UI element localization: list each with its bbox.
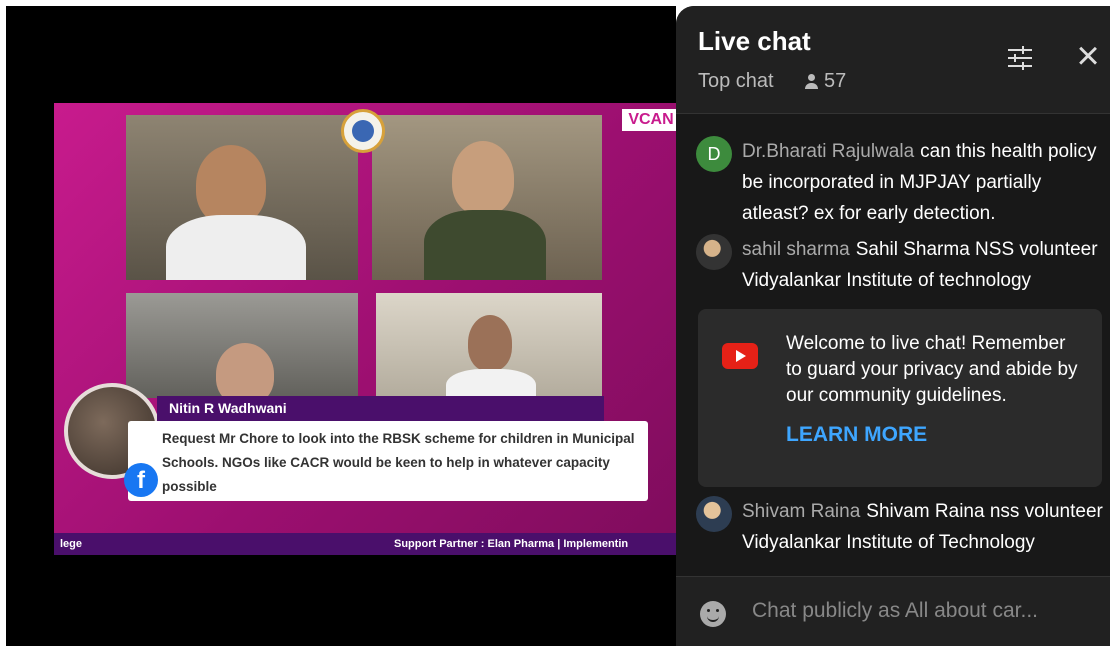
- ticker-left-text: lege: [60, 538, 83, 550]
- participant-face: [452, 141, 514, 215]
- participant-tile-3: [126, 293, 358, 398]
- author-name[interactable]: Dr.Bharati Rajulwala: [742, 141, 914, 162]
- broadcast-stage: VCAN Nitin R Wadhwani Request Mr Chore t…: [54, 103, 676, 555]
- participant-face: [196, 145, 266, 225]
- chat-header: Live chat Top chat 57 ×: [676, 6, 1110, 114]
- participant-body: [446, 369, 536, 398]
- message-body: sahil sharma Sahil Sharma NSS volunteer V…: [742, 234, 1108, 296]
- participant-tile-2: [372, 115, 602, 280]
- filter-settings-icon[interactable]: [1006, 44, 1034, 72]
- organization-seal-logo: [341, 109, 385, 153]
- ticker-bar: lege Support Partner : Elan Pharma | Imp…: [54, 533, 676, 555]
- close-icon[interactable]: ×: [1070, 36, 1106, 76]
- video-player[interactable]: VCAN Nitin R Wadhwani Request Mr Chore t…: [6, 6, 676, 646]
- participant-body: [424, 210, 546, 280]
- participant-face: [216, 343, 274, 398]
- learn-more-link[interactable]: LEARN MORE: [786, 423, 927, 447]
- participant-tile-4: [376, 293, 602, 398]
- comment-overlay: Request Mr Chore to look into the RBSK s…: [128, 421, 648, 501]
- chat-message-list[interactable]: D Dr.Bharati Rajulwala can this health po…: [676, 114, 1110, 576]
- author-name[interactable]: Shivam Raina: [742, 501, 860, 522]
- youtube-icon: [722, 343, 758, 369]
- can-logo: VCAN: [622, 109, 676, 131]
- facebook-icon: f: [124, 463, 158, 497]
- message-body: Shivam Raina Shivam Raina nss volunteer V…: [742, 496, 1108, 558]
- author-avatar: D: [696, 136, 732, 172]
- live-chat-panel: Live chat Top chat 57 × D Dr.Bharati Raj…: [676, 6, 1110, 646]
- message-body: Dr.Bharati Rajulwala can this health poli…: [742, 136, 1108, 229]
- commenter-name: Nitin R Wadhwani: [157, 396, 604, 421]
- chat-input-placeholder[interactable]: Chat publicly as All about car...: [752, 599, 1038, 623]
- viewer-count: 57: [804, 70, 846, 93]
- author-avatar: [696, 234, 732, 270]
- chat-input-bar[interactable]: Chat publicly as All about car...: [676, 576, 1110, 646]
- screenshot-frame: VCAN Nitin R Wadhwani Request Mr Chore t…: [0, 0, 1110, 646]
- welcome-banner: Welcome to live chat! Remember to guard …: [698, 309, 1102, 487]
- chat-mode-dropdown[interactable]: Top chat: [698, 70, 774, 93]
- person-icon: [804, 74, 818, 89]
- emoji-icon[interactable]: [700, 601, 726, 627]
- chat-title: Live chat: [698, 26, 811, 56]
- participant-face: [468, 315, 512, 371]
- ticker-right-text: Support Partner : Elan Pharma | Implemen…: [394, 538, 629, 550]
- author-name[interactable]: sahil sharma: [742, 239, 850, 260]
- viewer-count-value: 57: [824, 70, 847, 92]
- participant-body: [166, 215, 306, 280]
- welcome-text: Welcome to live chat! Remember to guard …: [786, 333, 1078, 406]
- author-avatar: [696, 496, 732, 532]
- participant-tile-1: [126, 115, 358, 280]
